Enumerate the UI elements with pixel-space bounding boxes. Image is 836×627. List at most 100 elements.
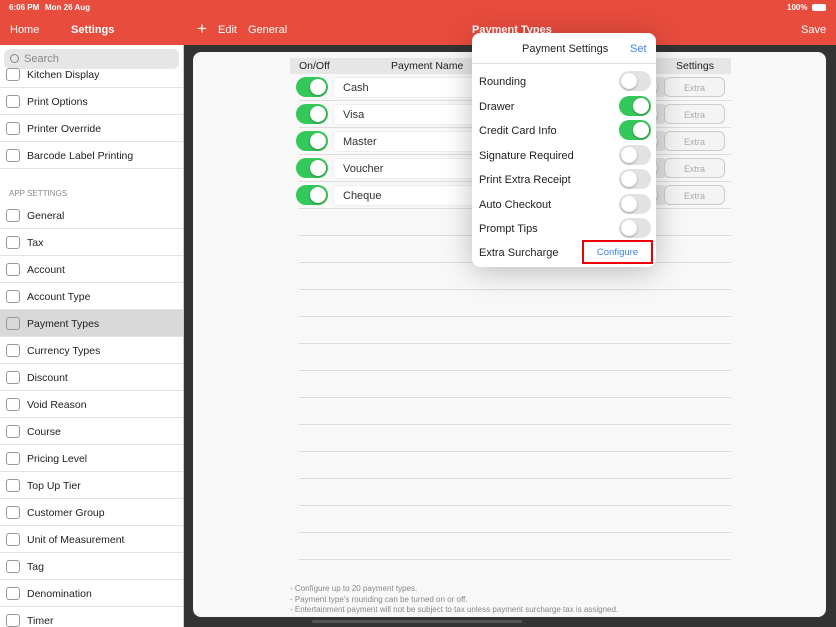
sidebar-item-account[interactable]: Account — [0, 256, 183, 283]
sidebar-item-kitchen-display[interactable]: Kitchen Display — [0, 61, 183, 88]
sidebar-item-label: Currency Types — [27, 345, 101, 357]
sidebar-item-label: Barcode Label Printing — [27, 150, 134, 162]
note: - Entertainment payment will not be subj… — [290, 605, 619, 614]
battery-icon — [812, 4, 826, 11]
top-bar: 6:06 PM Mon 26 Aug 100% Home Settings + … — [0, 0, 836, 45]
customer-group-icon — [6, 506, 20, 519]
header-name: Payment Name — [391, 60, 464, 72]
payment-name-input[interactable]: Visa — [333, 104, 483, 125]
general-button[interactable]: General — [248, 24, 287, 36]
onoff-toggle[interactable] — [296, 77, 328, 97]
battery-level: 100% — [787, 3, 808, 12]
option-toggle[interactable] — [619, 95, 651, 116]
empty-row-divider — [299, 424, 731, 425]
sidebar-item-tax[interactable]: Tax — [0, 229, 183, 256]
note: - Payment type's rounding can be turned … — [290, 594, 468, 604]
sidebar-item-print-options[interactable]: Print Options — [0, 88, 183, 115]
option-toggle[interactable] — [619, 120, 651, 140]
note: - Configure up to 20 payment types. — [290, 584, 418, 593]
extra-button[interactable]: Extra — [664, 131, 725, 151]
empty-row-divider — [299, 451, 731, 452]
sidebar-item-tag[interactable]: Tag — [0, 553, 183, 580]
empty-row-divider — [299, 559, 731, 560]
popover-title: Payment Settings — [522, 43, 609, 55]
print-options-icon — [6, 95, 20, 108]
sidebar-item-payment-types[interactable]: Payment Types — [0, 310, 183, 337]
sidebar-item-label: Print Options — [27, 96, 88, 108]
option-label: Print Extra Receipt — [479, 174, 571, 186]
extra-button[interactable]: Extra — [664, 104, 725, 124]
sidebar-item-discount[interactable]: Discount — [0, 364, 183, 391]
sidebar-item-label: Account Type — [27, 291, 91, 303]
sidebar-item-unit-of-measurement[interactable]: Unit of Measurement — [0, 526, 183, 553]
payment-name-input[interactable]: Cheque — [333, 185, 483, 206]
sidebar-item-denomination[interactable]: Denomination — [0, 580, 183, 607]
option-toggle[interactable] — [619, 218, 651, 238]
sidebar-item-label: Tax — [27, 237, 44, 249]
empty-row-divider — [299, 289, 731, 290]
sidebar-item-printer-override[interactable]: Printer Override — [0, 115, 183, 142]
sidebar-item-void-reason[interactable]: Void Reason — [0, 391, 183, 418]
sidebar-item-label: Void Reason — [27, 399, 87, 411]
option-toggle[interactable] — [619, 71, 651, 91]
payment-name-input[interactable]: Master — [333, 131, 483, 152]
option-toggle[interactable] — [619, 144, 651, 165]
kitchen-display-icon — [6, 68, 20, 81]
option-toggle[interactable] — [619, 193, 651, 214]
sidebar-item-customer-group[interactable]: Customer Group — [0, 499, 183, 526]
sidebar-item-label: Unit of Measurement — [27, 534, 125, 546]
printer-override-icon — [6, 122, 20, 135]
account-icon — [6, 263, 20, 276]
sidebar-item-general[interactable]: General — [0, 202, 183, 229]
option-label: Signature Required — [479, 149, 574, 162]
extra-button[interactable]: Extra — [664, 185, 725, 205]
empty-row-divider — [299, 505, 731, 506]
timer-icon — [6, 614, 20, 627]
sidebar-item-label: Account — [27, 264, 65, 276]
option-toggle[interactable] — [619, 169, 651, 189]
sidebar-item-currency-types[interactable]: Currency Types — [0, 337, 183, 364]
account-type-icon — [6, 290, 20, 303]
header-settings: Settings — [676, 60, 714, 72]
onoff-toggle[interactable] — [296, 185, 328, 205]
sidebar-item-label: Denomination — [27, 588, 92, 600]
status-time: 6:06 PM — [9, 3, 40, 12]
sidebar-item-timer[interactable]: Timer — [0, 607, 183, 627]
onoff-toggle[interactable] — [296, 131, 328, 151]
onoff-toggle[interactable] — [296, 158, 328, 178]
payment-name-input[interactable]: Voucher — [333, 158, 483, 179]
void-reason-icon — [6, 398, 20, 411]
edit-button[interactable]: Edit — [218, 24, 237, 36]
home-button[interactable]: Home — [10, 24, 39, 36]
sidebar-item-label: Top Up Tier — [27, 480, 81, 492]
sidebar-item-label: Printer Override — [27, 123, 102, 135]
sidebar-item-barcode-label-printing[interactable]: Barcode Label Printing — [0, 142, 183, 169]
option-label: Rounding — [479, 76, 527, 88]
sidebar: Search APP SETTINGS Kitchen Display Print… — [0, 45, 184, 627]
course-icon — [6, 425, 20, 438]
option-label: Auto Checkout — [479, 198, 552, 211]
notes: - Configure up to 20 payment types. - Pa… — [290, 584, 618, 616]
sidebar-item-top-up-tier[interactable]: Top Up Tier — [0, 472, 183, 499]
payment-name-input[interactable]: Cash — [333, 77, 483, 98]
general-icon — [6, 209, 20, 222]
sidebar-item-account-type[interactable]: Account Type — [0, 283, 183, 310]
onoff-toggle[interactable] — [296, 104, 328, 124]
extra-button[interactable]: Extra — [664, 158, 725, 178]
unit-of-measurement-icon — [6, 533, 20, 546]
save-button[interactable]: Save — [801, 24, 826, 36]
sidebar-item-pricing-level[interactable]: Pricing Level — [0, 445, 183, 472]
header-onoff: On/Off — [299, 60, 330, 72]
discount-icon — [6, 371, 20, 384]
configure-button[interactable]: Configure — [582, 240, 653, 264]
add-button[interactable]: + — [197, 19, 207, 39]
set-button[interactable]: Set — [630, 43, 647, 55]
sidebar-item-label: Pricing Level — [27, 453, 88, 465]
sidebar-item-course[interactable]: Course — [0, 418, 183, 445]
sidebar-item-label: Tag — [27, 561, 44, 573]
extra-button[interactable]: Extra — [664, 77, 725, 97]
settings-title: Settings — [71, 24, 115, 36]
empty-row-divider — [299, 316, 731, 317]
sidebar-item-label: Kitchen Display — [27, 69, 100, 81]
currency-types-icon — [6, 344, 20, 357]
